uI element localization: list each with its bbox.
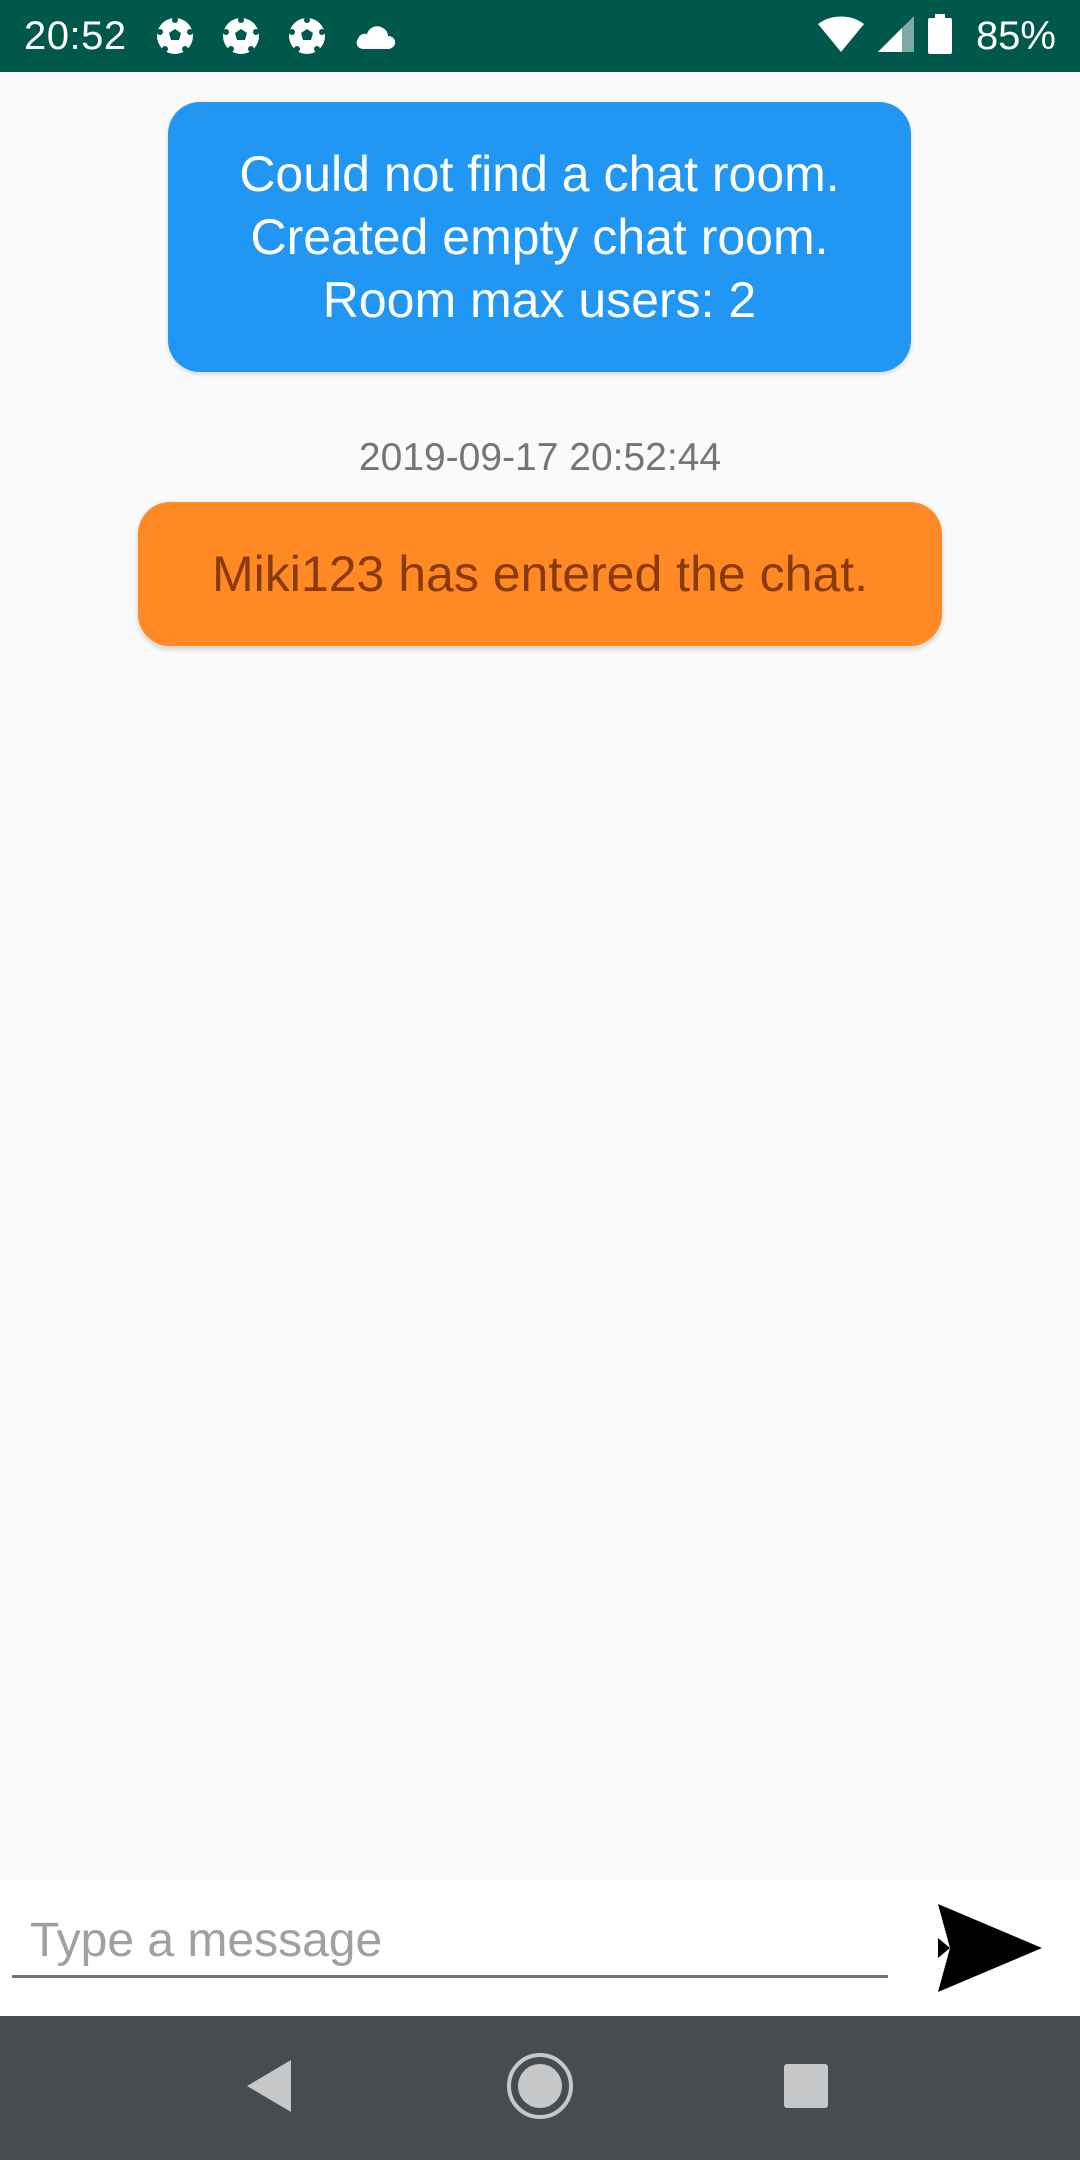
back-button[interactable] [230,2048,310,2128]
back-icon [245,2058,295,2119]
cell-signal-icon [877,15,914,57]
system-message-line: Could not find a chat room. [239,145,840,202]
system-message-bubble: Could not find a chat room. Created empt… [168,102,911,372]
message-input[interactable] [12,1906,888,1978]
status-right-icons: 85% [817,13,1056,59]
message-composer [0,1880,1080,2016]
join-message-bubble: Miki123 has entered the chat. [138,502,942,646]
notification-icons [155,16,397,56]
system-message-line: Created empty chat room. [250,208,829,265]
recents-button[interactable] [766,2048,846,2128]
soccer-ball-icon [221,16,261,56]
cloud-icon [353,21,397,51]
soccer-ball-icon [155,16,195,56]
wifi-icon [817,16,864,57]
send-icon [936,1902,1044,1999]
status-bar: 20:52 85% [0,0,1080,72]
recents-icon [782,2062,830,2115]
chat-messages[interactable]: Could not find a chat room. Created empt… [0,72,1080,1880]
join-message-text: Miki123 has entered the chat. [212,546,868,602]
home-button[interactable] [500,2048,580,2128]
home-icon [505,2051,575,2126]
message-timestamp: 2019-09-17 20:52:44 [358,436,722,479]
battery-percentage: 85% [975,13,1056,58]
battery-icon [927,13,952,59]
system-nav-bar [0,2016,1080,2160]
status-time: 20:52 [24,13,127,58]
system-message-line: Room max users: 2 [322,271,757,328]
soccer-ball-icon [287,16,327,56]
send-button[interactable] [930,1900,1050,2000]
